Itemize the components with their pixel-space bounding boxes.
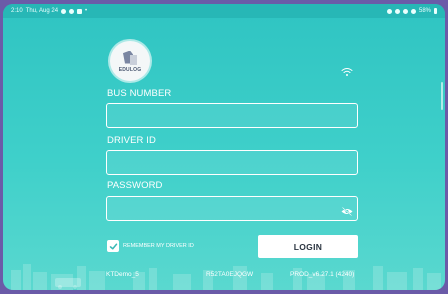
message-icon — [77, 8, 83, 14]
battery-level: 58% — [418, 8, 431, 14]
mute-icon — [386, 8, 392, 14]
app-screen: 2:10 Thu, Aug 24 • 58% EDULOG BUS NUMBER… — [3, 4, 445, 290]
dnd-icon — [410, 8, 416, 14]
driver-id-input[interactable] — [106, 150, 358, 175]
login-button[interactable]: LOGIN — [258, 235, 358, 258]
media-icon — [69, 8, 75, 14]
password-label: PASSWORD — [107, 180, 163, 191]
logo-mark-icon — [121, 50, 139, 66]
more-dot-icon: • — [85, 8, 88, 14]
wifi-status-icon — [402, 8, 408, 14]
toggle-password-visibility-icon[interactable] — [341, 207, 353, 216]
status-date: Thu, Aug 24 — [25, 8, 59, 14]
bus-number-input[interactable] — [106, 103, 358, 128]
wifi-icon — [341, 68, 353, 76]
notification-icon — [61, 8, 67, 14]
location-icon — [394, 8, 400, 14]
app-version: PROD_v6.27.1 (4240) — [290, 271, 355, 278]
remember-label: REMEMBER MY DRIVER ID — [123, 243, 194, 249]
device-serial: R52TA0EJQGW — [206, 271, 254, 278]
checkmark-icon — [109, 243, 117, 249]
status-bar: 2:10 Thu, Aug 24 • 58% — [3, 4, 445, 18]
logo-text: EDULOG — [118, 66, 142, 73]
password-input[interactable] — [106, 196, 358, 221]
remember-checkbox[interactable] — [107, 240, 119, 252]
remember-driver-id[interactable]: REMEMBER MY DRIVER ID — [107, 240, 194, 252]
edulog-logo: EDULOG — [110, 41, 150, 81]
driver-id-label: DRIVER ID — [107, 135, 156, 146]
bus-number-label: BUS NUMBER — [107, 88, 172, 99]
status-time: 2:10 — [11, 8, 23, 14]
device-name: KTDemo_5 — [106, 271, 139, 278]
battery-icon — [434, 8, 437, 14]
scrollbar[interactable] — [441, 82, 443, 110]
